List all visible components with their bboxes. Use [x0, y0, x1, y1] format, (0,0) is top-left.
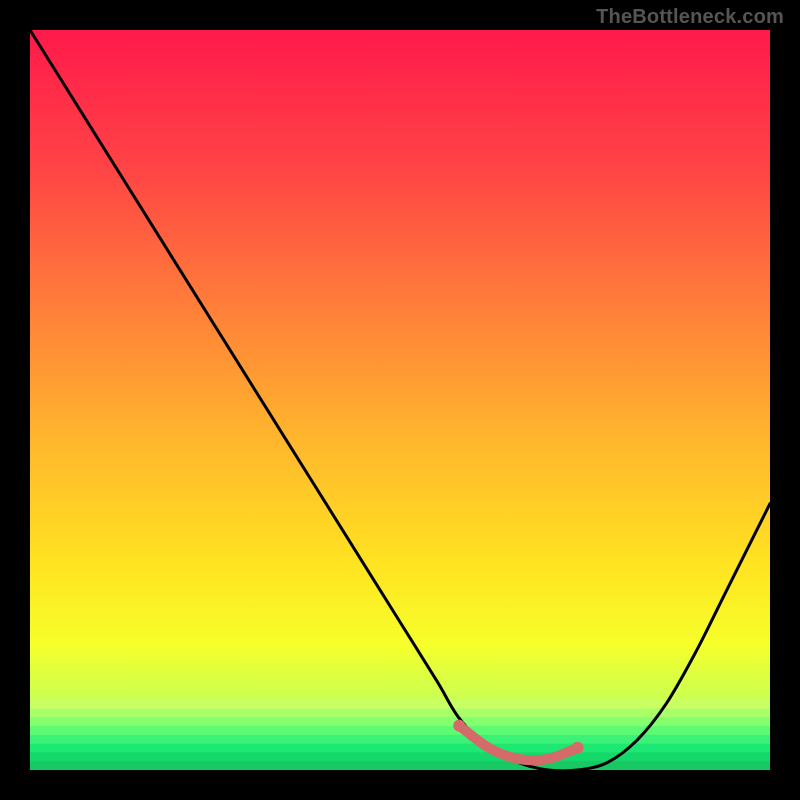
bottleneck-curve [30, 30, 770, 770]
curve-layer [30, 30, 770, 770]
plot-area [30, 30, 770, 770]
watermark-text: TheBottleneck.com [596, 6, 784, 29]
chart-stage: TheBottleneck.com [0, 0, 800, 800]
optimal-range-highlight [459, 726, 577, 761]
